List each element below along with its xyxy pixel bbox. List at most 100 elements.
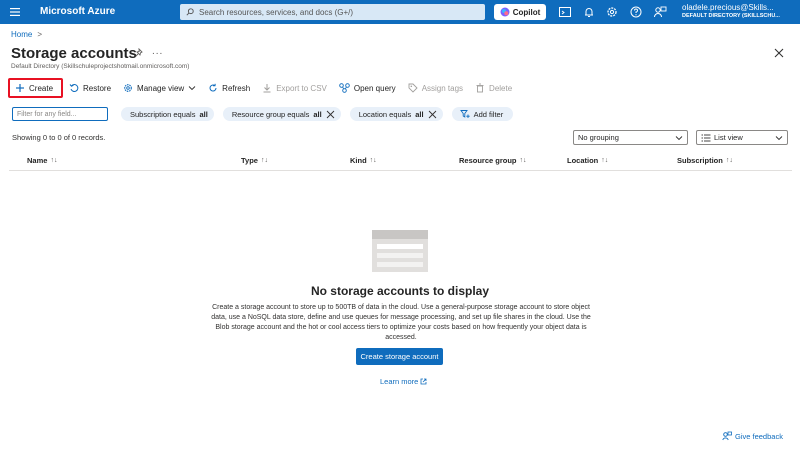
account-name: oladele.precious@Skills... <box>682 3 774 12</box>
page-title: Storage accounts <box>11 45 137 62</box>
export-csv-button[interactable]: Export to CSV <box>256 78 333 98</box>
subscription-filter-label: Subscription equals <box>130 109 196 119</box>
add-filter-button[interactable]: Add filter <box>451 107 514 121</box>
column-label: Kind <box>350 156 367 165</box>
account-directory: DEFAULT DIRECTORY (SKILLSCHU... <box>682 13 780 19</box>
brand-title[interactable]: Microsoft Azure <box>40 6 115 17</box>
location-filter-value: all <box>415 109 424 119</box>
subscription-filter-pill[interactable]: Subscription equals all <box>121 107 214 121</box>
learn-more-label: Learn more <box>380 377 419 386</box>
delete-button[interactable]: Delete <box>469 78 518 98</box>
column-header-type[interactable]: Type ↑↓ <box>241 156 268 165</box>
export-csv-label: Export to CSV <box>276 83 327 93</box>
copilot-label: Copilot <box>512 7 541 17</box>
manage-view-button[interactable]: Manage view <box>117 78 202 98</box>
empty-state-description: Create a storage account to store up to … <box>211 304 591 341</box>
give-feedback-link[interactable]: Give feedback <box>722 431 783 441</box>
restore-label: Restore <box>83 83 112 93</box>
column-header-location[interactable]: Location ↑↓ <box>567 156 608 165</box>
view-dropdown[interactable]: List view <box>696 130 788 145</box>
trash-icon <box>476 83 484 93</box>
sort-icon: ↑↓ <box>725 157 733 164</box>
refresh-button[interactable]: Refresh <box>202 78 256 98</box>
location-filter-label: Location equals <box>358 109 412 119</box>
grouping-dropdown[interactable]: No grouping <box>573 130 688 145</box>
assign-tags-button[interactable]: Assign tags <box>402 78 469 98</box>
sort-icon: ↑↓ <box>260 157 268 164</box>
command-bar: Create Restore Manage view Refresh Expor… <box>8 78 518 98</box>
restore-icon <box>69 84 79 93</box>
filter-input[interactable]: Filter for any field... <box>12 107 108 121</box>
column-label: Type <box>241 156 258 165</box>
remove-filter-icon[interactable] <box>428 110 437 119</box>
create-button[interactable]: Create <box>8 78 64 98</box>
feedback-person-icon <box>722 431 732 441</box>
open-query-label: Open query <box>353 83 396 93</box>
copilot-icon <box>500 7 510 17</box>
column-header-name[interactable]: Name ↑↓ <box>27 156 57 165</box>
storage-empty-illustration <box>372 230 428 272</box>
breadcrumb: Home > <box>11 30 42 39</box>
manage-view-label: Manage view <box>137 83 185 93</box>
help-icon[interactable] <box>629 5 643 19</box>
delete-label: Delete <box>489 83 513 93</box>
list-view-icon <box>701 134 711 141</box>
empty-state-title: No storage accounts to display <box>310 284 490 298</box>
refresh-icon <box>209 83 217 92</box>
chevron-down-icon <box>188 86 196 91</box>
search-icon <box>186 8 194 16</box>
learn-more-link[interactable]: Learn more <box>380 377 427 386</box>
tag-icon <box>408 83 418 93</box>
column-label: Subscription <box>677 156 723 165</box>
sort-icon: ↑↓ <box>50 157 58 164</box>
refresh-label: Refresh <box>222 83 251 93</box>
notifications-icon[interactable] <box>582 5 596 19</box>
view-value: List view <box>714 133 743 142</box>
grouping-value: No grouping <box>578 133 619 142</box>
plus-icon <box>16 84 24 92</box>
query-icon <box>339 83 350 93</box>
top-bar: Microsoft Azure Search resources, servic… <box>0 0 800 24</box>
copilot-button[interactable]: Copilot <box>494 4 546 20</box>
table-header: Name ↑↓ Type ↑↓ Kind ↑↓ Resource group ↑↓ Lo… <box>9 151 792 171</box>
gear-icon <box>124 84 132 92</box>
sort-icon: ↑↓ <box>369 157 377 164</box>
settings-gear-icon[interactable] <box>605 5 619 19</box>
page-subtitle: Default Directory (Skillschuleprojectsho… <box>11 63 190 70</box>
more-options-button[interactable]: ... <box>152 46 163 57</box>
add-filter-icon <box>459 110 470 118</box>
download-icon <box>263 84 271 93</box>
column-label: Location <box>567 156 599 165</box>
remove-filter-icon[interactable] <box>326 110 335 119</box>
feedback-icon[interactable] <box>653 5 667 19</box>
create-storage-account-button[interactable]: Create storage account <box>356 348 443 365</box>
restore-button[interactable]: Restore <box>63 78 117 98</box>
global-search-input[interactable]: Search resources, services, and docs (G+… <box>180 4 485 20</box>
records-count: Showing 0 to 0 of 0 records. <box>12 133 106 142</box>
column-label: Name <box>27 156 48 165</box>
chevron-down-icon <box>775 136 783 141</box>
breadcrumb-separator: > <box>37 30 43 39</box>
chevron-down-icon <box>675 136 683 141</box>
create-label: Create <box>29 83 54 93</box>
search-placeholder: Search resources, services, and docs (G+… <box>199 7 354 17</box>
account-menu[interactable]: oladele.precious@Skills... DEFAULT DIREC… <box>682 3 800 21</box>
column-header-subscription[interactable]: Subscription ↑↓ <box>677 156 733 165</box>
resource-group-filter-label: Resource group equals <box>231 109 310 119</box>
resource-group-filter-value: all <box>313 109 322 119</box>
column-header-resource-group[interactable]: Resource group ↑↓ <box>459 156 527 165</box>
location-filter-pill[interactable]: Location equals all <box>349 107 443 121</box>
sort-icon: ↑↓ <box>601 157 609 164</box>
breadcrumb-home[interactable]: Home <box>11 30 32 39</box>
add-filter-label: Add filter <box>473 109 504 119</box>
filter-bar: Filter for any field... Subscription equ… <box>12 107 514 121</box>
resource-group-filter-pill[interactable]: Resource group equals all <box>222 107 341 121</box>
give-feedback-label: Give feedback <box>735 431 783 441</box>
subscription-filter-value: all <box>199 109 208 119</box>
pin-icon[interactable] <box>134 48 144 58</box>
close-icon[interactable] <box>773 47 785 59</box>
column-header-kind[interactable]: Kind ↑↓ <box>350 156 377 165</box>
menu-icon[interactable] <box>8 5 22 19</box>
cloud-shell-icon[interactable] <box>558 5 572 19</box>
open-query-button[interactable]: Open query <box>333 78 402 98</box>
